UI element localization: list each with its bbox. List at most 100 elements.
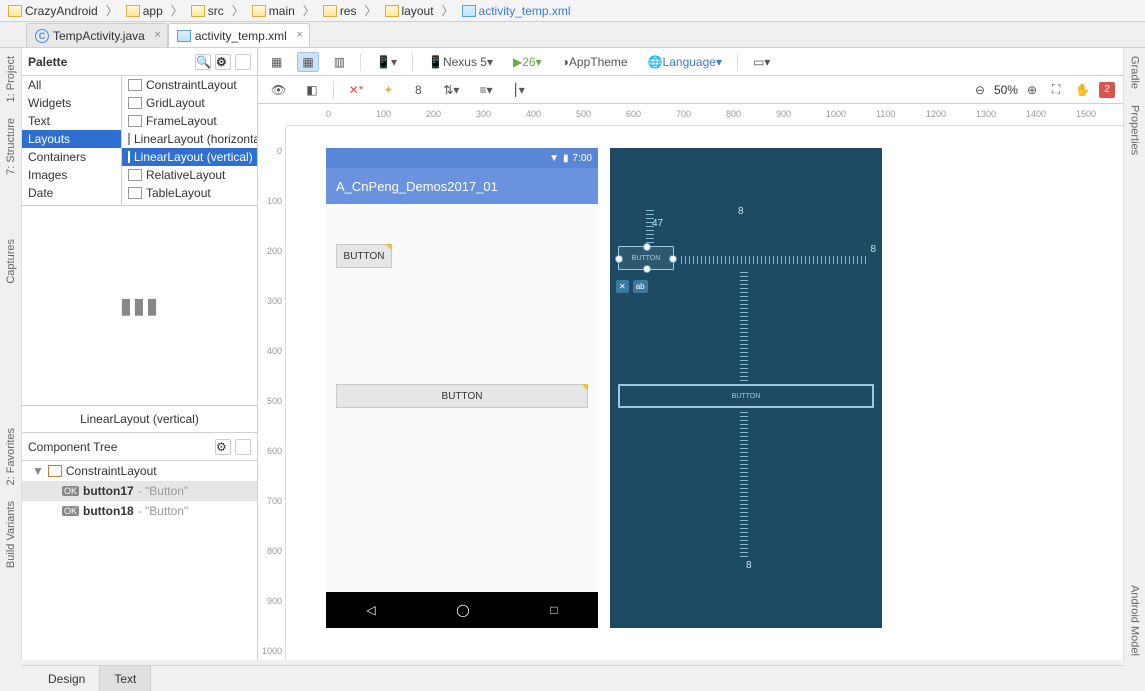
tool-window-captures[interactable]: Captures	[5, 235, 17, 288]
close-icon[interactable]: ×	[296, 29, 302, 41]
crumb-file[interactable]: activity_temp.xml	[458, 4, 575, 18]
filter-icon[interactable]	[235, 439, 251, 455]
gear-icon[interactable]: ⚙	[215, 439, 231, 455]
design-preview-phone[interactable]: ▼ ▮ 7:00 A_CnPeng_Demos2017_01 BUTTON BU…	[326, 148, 598, 628]
zoom-fit-button[interactable]: ⛶	[1046, 80, 1066, 100]
home-icon: ◯	[456, 603, 469, 617]
filter-icon[interactable]	[235, 54, 251, 70]
zoom-in-button[interactable]: ⊕	[1022, 80, 1042, 100]
zoom-out-button[interactable]: ⊖	[970, 80, 990, 100]
resize-handle[interactable]	[643, 265, 651, 273]
ruler-vertical: 01002003004005006007008009001000	[258, 126, 286, 660]
canvas-area[interactable]: 0100200300400500600700800900100011001200…	[258, 104, 1123, 660]
close-icon[interactable]: ×	[154, 29, 160, 41]
tool-window-build-variants[interactable]: Build Variants	[5, 497, 17, 572]
clear-constraints-button[interactable]: ✕*	[344, 80, 369, 100]
baseline-icon[interactable]: ab	[633, 280, 648, 293]
infer-constraints-button[interactable]: ✦	[378, 80, 398, 100]
warnings-badge[interactable]: 2	[1099, 82, 1115, 98]
chevron-right-icon: 〉	[232, 2, 244, 19]
chevron-right-icon: 〉	[364, 2, 376, 19]
tab-tempactivity-java[interactable]: C TempActivity.java ×	[26, 23, 168, 47]
resize-handle[interactable]	[615, 255, 623, 263]
ruler-tick: 900	[267, 596, 282, 606]
palette-category[interactable]: Text	[22, 112, 121, 130]
palette-category[interactable]: Date	[22, 184, 121, 202]
tool-window-project[interactable]: 1: Project	[5, 52, 17, 106]
crumb-layout[interactable]: layout	[381, 4, 438, 18]
palette-item[interactable]: TableRow	[122, 202, 257, 205]
palette-item[interactable]: TableLayout	[122, 184, 257, 202]
crumb-project[interactable]: CrazyAndroid	[4, 4, 102, 18]
palette-category[interactable]: All	[22, 76, 121, 94]
eye-icon[interactable]: 👁	[266, 80, 291, 100]
default-margin-input[interactable]: 8	[408, 80, 428, 100]
preview-button18[interactable]: BUTTON	[336, 384, 588, 408]
preview-button17[interactable]: BUTTON	[336, 244, 392, 268]
tool-window-android-model[interactable]: Android Model	[1129, 581, 1141, 660]
phone-content[interactable]: BUTTON BUTTON	[326, 204, 598, 592]
crumb-res[interactable]: res	[319, 4, 361, 18]
component-tree[interactable]: ▼ ConstraintLayout OK button17 - "Button…	[22, 461, 257, 660]
orientation-button[interactable]: 📱▾	[371, 52, 402, 72]
crumb-main[interactable]: main	[248, 4, 299, 18]
tool-window-properties[interactable]: Properties	[1129, 101, 1141, 159]
palette-item-list[interactable]: ConstraintLayout GridLayout FrameLayout …	[122, 76, 257, 205]
device-selector[interactable]: 📱 Nexus 5▾	[423, 52, 498, 72]
align-button[interactable]: ≡▾	[474, 80, 497, 100]
delete-constraint-icon[interactable]: ✕	[616, 280, 629, 293]
tab-label: activity_temp.xml	[195, 29, 287, 43]
layout-icon	[48, 465, 62, 477]
palette-item[interactable]: LinearLayout (horizontal)	[122, 130, 257, 148]
resize-handle[interactable]	[643, 243, 651, 251]
palette-item[interactable]: RelativeLayout	[122, 166, 257, 184]
tool-window-gradle[interactable]: Gradle	[1129, 52, 1141, 93]
tool-window-structure[interactable]: 7: Structure	[5, 114, 17, 179]
theme-selector[interactable]: ◑ AppTheme	[557, 52, 633, 72]
view-mode-button[interactable]: ▥	[329, 52, 350, 72]
xml-file-icon	[462, 5, 476, 17]
select-design-surface-button[interactable]: ▦	[266, 52, 287, 72]
palette-category[interactable]: Layouts	[22, 130, 121, 148]
tool-window-favorites[interactable]: 2: Favorites	[5, 424, 17, 489]
status-bar: ▼ ▮ 7:00	[326, 148, 598, 168]
view-mode-button[interactable]: ▦	[297, 52, 318, 72]
app-title: A_CnPeng_Demos2017_01	[336, 179, 498, 194]
folder-icon	[126, 5, 140, 17]
tree-node-constraintlayout[interactable]: ▼ ConstraintLayout	[22, 461, 257, 481]
search-icon[interactable]: 🔍	[195, 54, 211, 70]
pan-button[interactable]: ✋	[1070, 80, 1095, 100]
tab-text[interactable]: Text	[100, 666, 151, 691]
tree-node-button17[interactable]: OK button17 - "Button"	[22, 481, 257, 501]
layout-variants-button[interactable]: ▭▾	[748, 52, 775, 72]
tab-activity-temp-xml[interactable]: activity_temp.xml ×	[168, 23, 310, 47]
layout-icon	[128, 187, 142, 199]
design-blueprint-icon[interactable]: ◧	[301, 80, 322, 100]
guideline-button[interactable]: ⎮▾	[507, 80, 529, 100]
blueprint-button18[interactable]: BUTTON	[618, 384, 874, 408]
gear-icon[interactable]: ⚙	[215, 54, 231, 70]
ruler-tick: 1000	[826, 109, 846, 119]
layout-icon	[128, 151, 130, 163]
blueprint-button17[interactable]: BUTTON	[618, 246, 674, 270]
palette-category[interactable]: Images	[22, 166, 121, 184]
palette-category-list[interactable]: All Widgets Text Layouts Containers Imag…	[22, 76, 122, 205]
palette-item[interactable]: FrameLayout	[122, 112, 257, 130]
palette-item[interactable]: LinearLayout (vertical)	[122, 148, 257, 166]
crumb-src[interactable]: src	[187, 4, 228, 18]
tab-design[interactable]: Design	[34, 666, 100, 691]
crumb-app[interactable]: app	[122, 4, 167, 18]
blueprint-preview[interactable]: 47 8 8 BUTTON ✕ ab	[610, 148, 882, 628]
constraint-line-right	[678, 256, 866, 264]
tree-node-button18[interactable]: OK button18 - "Button"	[22, 501, 257, 521]
palette-item[interactable]: GridLayout	[122, 94, 257, 112]
pack-button[interactable]: ⇅▾	[438, 80, 464, 100]
folder-icon	[8, 5, 22, 17]
expand-arrow-icon[interactable]: ▼	[32, 464, 44, 478]
resize-handle[interactable]	[669, 255, 677, 263]
api-selector[interactable]: ▶ 26▾	[508, 52, 547, 72]
palette-item[interactable]: ConstraintLayout	[122, 76, 257, 94]
palette-category[interactable]: Widgets	[22, 94, 121, 112]
language-selector[interactable]: 🌐 Language▾	[643, 52, 727, 72]
palette-category[interactable]: Containers	[22, 148, 121, 166]
